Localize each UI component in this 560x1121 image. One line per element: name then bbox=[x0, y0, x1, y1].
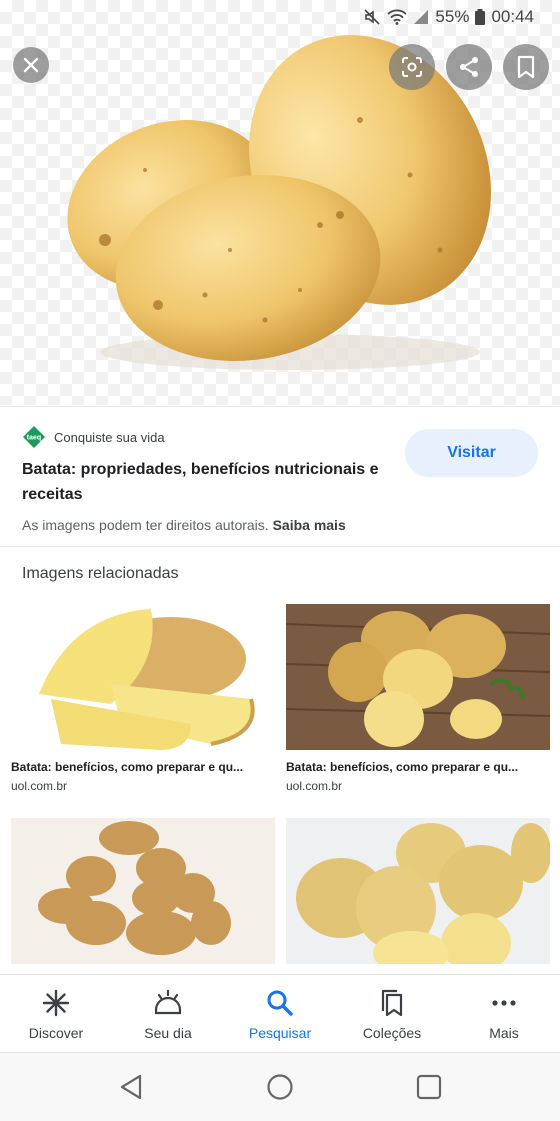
potato-wedges-image bbox=[39, 609, 255, 750]
source-logo: taeq bbox=[23, 426, 45, 448]
lens-icon bbox=[402, 57, 422, 77]
nav-label: Pesquisar bbox=[248, 1025, 312, 1041]
nav-mais[interactable]: Mais bbox=[448, 975, 560, 1053]
nav-discover[interactable]: Discover bbox=[0, 975, 112, 1053]
clock: 00:44 bbox=[491, 7, 534, 26]
result-title[interactable]: Batata: propriedades, benefícios nutrici… bbox=[22, 457, 392, 507]
learn-more-link[interactable]: Saiba mais bbox=[273, 517, 346, 533]
close-icon bbox=[23, 57, 39, 73]
system-navigation bbox=[0, 1052, 560, 1121]
copyright-text: As imagens podem ter direitos autorais. bbox=[22, 517, 269, 533]
nav-label: Seu dia bbox=[144, 1025, 192, 1041]
bookmark-button[interactable] bbox=[503, 44, 549, 90]
home-icon[interactable] bbox=[266, 1073, 294, 1101]
more-icon bbox=[492, 1000, 516, 1006]
source-row[interactable]: taeq Conquiste sua vida bbox=[22, 425, 165, 449]
search-icon bbox=[267, 990, 293, 1016]
related-images-heading: Imagens relacionadas bbox=[22, 565, 179, 582]
wifi-icon bbox=[387, 9, 408, 25]
visit-button[interactable]: Visitar bbox=[405, 429, 538, 477]
lens-button[interactable] bbox=[389, 44, 435, 90]
potato-pile-image bbox=[38, 821, 231, 955]
related-domain: uol.com.br bbox=[286, 779, 343, 793]
battery-icon bbox=[475, 9, 486, 25]
signal-icon bbox=[414, 10, 429, 24]
nav-label: Coleções bbox=[362, 1025, 422, 1041]
related-image-card[interactable] bbox=[11, 818, 275, 979]
related-thumb bbox=[286, 818, 550, 964]
potatoes-on-wood-image bbox=[286, 611, 550, 747]
nav-pesquisar[interactable]: Pesquisar bbox=[224, 975, 336, 1053]
share-button[interactable] bbox=[446, 44, 492, 90]
related-image-card[interactable] bbox=[286, 818, 550, 979]
related-thumb bbox=[11, 818, 275, 964]
share-icon bbox=[460, 57, 478, 77]
svg-text:taeq: taeq bbox=[27, 435, 41, 442]
asterisk-icon bbox=[42, 989, 70, 1017]
related-caption: Batata: benefícios, como preparar e qu..… bbox=[286, 760, 519, 774]
back-icon[interactable] bbox=[118, 1073, 144, 1101]
mute-icon bbox=[364, 9, 380, 25]
battery-level: 55% bbox=[435, 7, 470, 26]
related-caption: Batata: benefícios, como preparar e qu..… bbox=[11, 760, 244, 774]
related-image-card[interactable]: Batata: benefícios, como preparar e qu..… bbox=[11, 604, 275, 793]
copyright-notice: As imagens podem ter direitos autorais. … bbox=[22, 517, 346, 533]
recents-icon[interactable] bbox=[415, 1073, 443, 1101]
nav-label: Mais bbox=[489, 1025, 519, 1041]
status-bar: 55% 00:44 bbox=[0, 0, 560, 34]
potato-group-image bbox=[296, 823, 550, 964]
nav-colecoes[interactable]: Coleções bbox=[336, 975, 448, 1053]
related-image-card[interactable]: Batata: benefícios, como preparar e qu..… bbox=[286, 604, 550, 793]
related-thumb bbox=[286, 604, 550, 750]
close-button[interactable] bbox=[13, 47, 49, 83]
section-divider bbox=[0, 546, 560, 547]
sunrise-icon bbox=[154, 989, 182, 1015]
source-name: Conquiste sua vida bbox=[54, 429, 165, 445]
bottom-navigation: Discover Seu dia Pesquisar Coleções Mais bbox=[0, 974, 560, 1053]
related-domain: uol.com.br bbox=[11, 779, 68, 793]
collections-icon bbox=[381, 989, 403, 1017]
nav-label: Discover bbox=[28, 1025, 84, 1041]
bookmark-icon bbox=[517, 55, 535, 79]
related-thumb bbox=[11, 604, 275, 750]
nav-seu-dia[interactable]: Seu dia bbox=[112, 975, 224, 1053]
